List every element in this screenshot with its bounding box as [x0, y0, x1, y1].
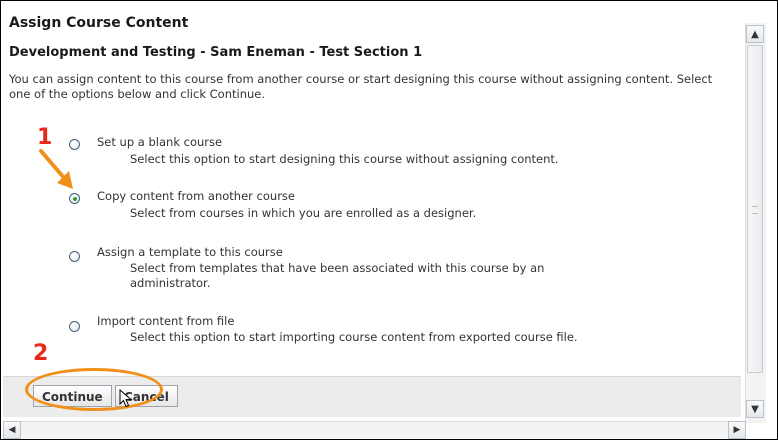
- section-subtitle: Development and Testing - Sam Eneman - T…: [9, 45, 423, 60]
- option-label: Import content from file: [97, 314, 235, 328]
- annotation-step-1: 1: [37, 125, 53, 150]
- mouse-cursor-icon: [119, 389, 133, 408]
- radio-copy-content[interactable]: [69, 193, 80, 204]
- option-label: Set up a blank course: [97, 135, 223, 149]
- scroll-right-button[interactable]: ▶: [728, 421, 746, 439]
- page-title: Assign Course Content: [9, 15, 189, 31]
- dialog-content: Assign Course Content Development and Te…: [1, 1, 743, 421]
- scrollbar-thumb[interactable]: [747, 45, 763, 373]
- radio-import-content[interactable]: [69, 321, 80, 332]
- intro-text: You can assign content to this course fr…: [9, 72, 713, 101]
- scroll-left-button[interactable]: ◀: [3, 421, 21, 439]
- option-description: Select from courses in which you are enr…: [130, 206, 477, 220]
- scroll-down-button[interactable]: ▼: [746, 400, 764, 418]
- arrow-icon: [39, 149, 73, 189]
- radio-assign-template[interactable]: [69, 251, 80, 262]
- option-label: Copy content from another course: [97, 189, 295, 203]
- highlight-ring: [25, 368, 163, 411]
- scroll-up-button[interactable]: ▲: [746, 25, 764, 43]
- dialog-frame: Assign Course Content Development and Te…: [0, 0, 778, 440]
- option-description: Select from templates that have been ass…: [130, 261, 545, 290]
- annotation-step-2: 2: [33, 341, 49, 366]
- horizontal-scrollbar[interactable]: ◀ ▶: [3, 421, 746, 439]
- option-label: Assign a template to this course: [97, 245, 283, 259]
- option-description: Select this option to start designing th…: [130, 152, 559, 166]
- option-description: Select this option to start importing co…: [130, 330, 578, 344]
